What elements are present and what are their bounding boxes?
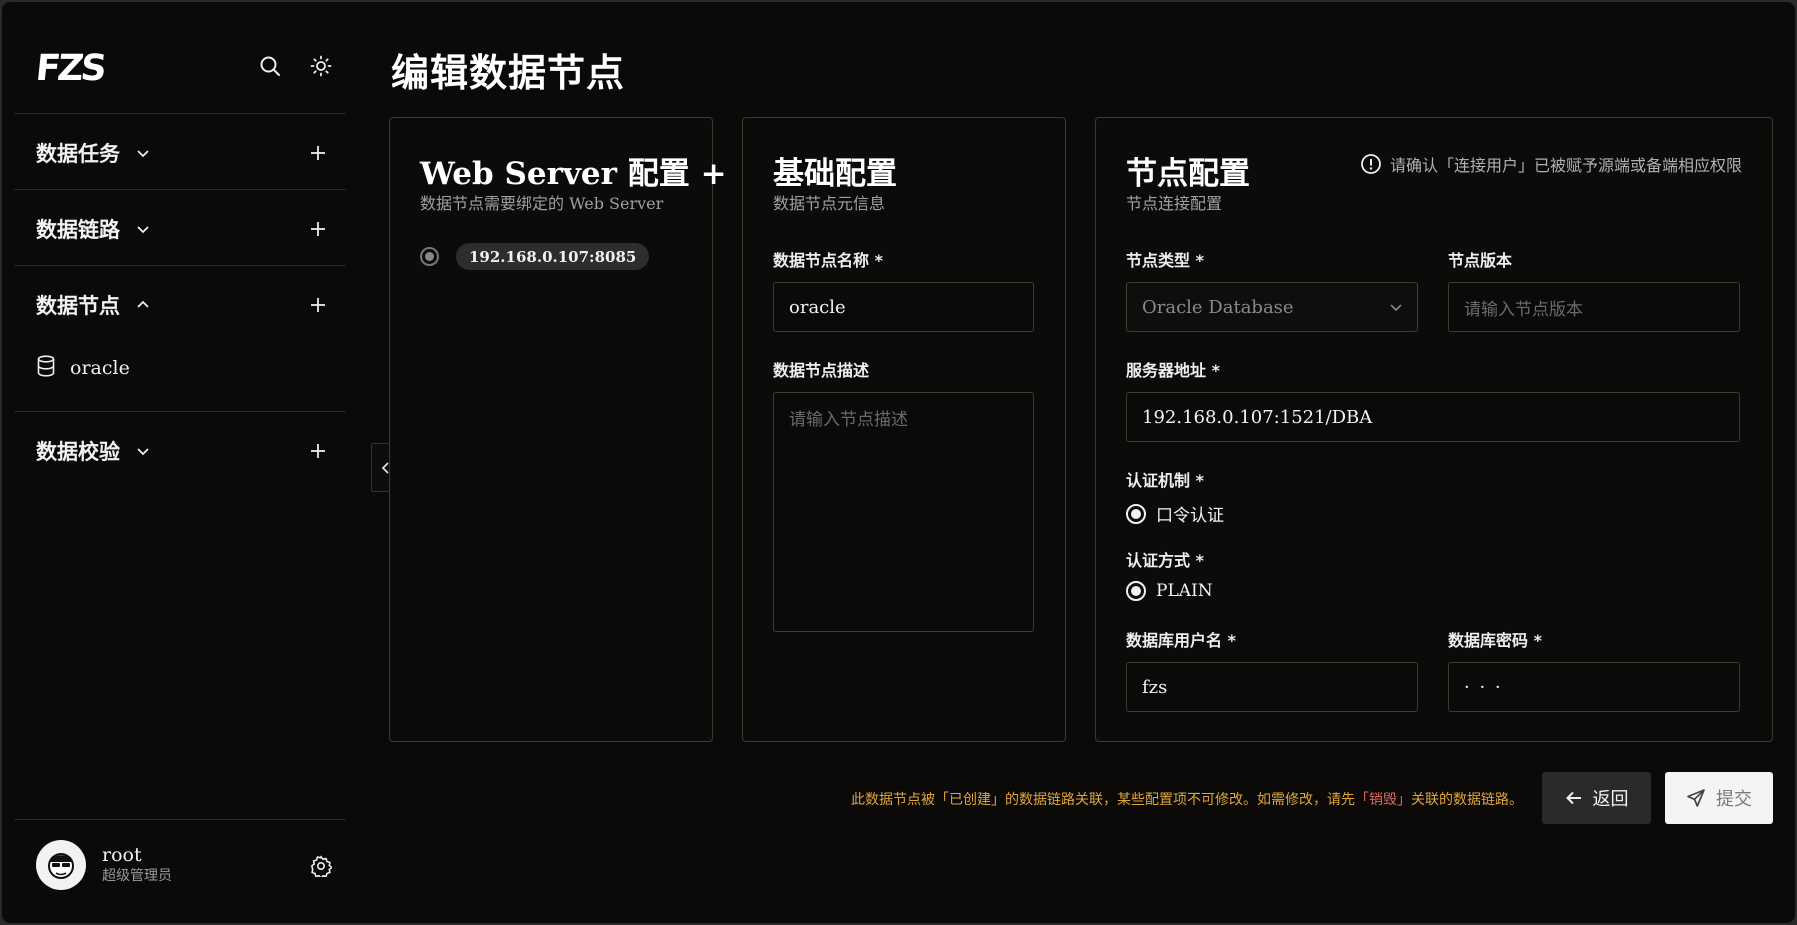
server-address-input[interactable]: 192.168.0.107:1521/DBA: [1126, 392, 1740, 442]
app-logo[interactable]: FZS: [34, 48, 106, 89]
nav-item-verify[interactable]: 数据校验: [14, 431, 346, 471]
card-subtitle: 节点连接配置: [1126, 194, 1223, 213]
node-name-label: 数据节点名称 *: [773, 251, 883, 270]
divider: [14, 189, 346, 190]
warning-destroy-text: 「销毁」: [1355, 792, 1411, 808]
back-button[interactable]: 返回: [1542, 772, 1651, 824]
warning-text: 此数据节点被「已创建」的数据链路关联，某些配置项不可修改。如需修改，请先: [851, 792, 1355, 808]
node-version-label: 节点版本: [1448, 251, 1513, 270]
page-title: 编辑数据节点: [391, 50, 626, 95]
db-username-input[interactable]: fzs: [1126, 662, 1418, 712]
sidebar-item-label: oracle: [70, 357, 130, 379]
chevron-down-icon: [1390, 304, 1402, 312]
auth-method-radio[interactable]: PLAIN: [1126, 581, 1213, 601]
db-username-label: 数据库用户名 *: [1126, 631, 1236, 650]
avatar: [36, 840, 86, 890]
send-icon: [1687, 789, 1705, 807]
nav-label: 数据校验: [36, 439, 120, 464]
nav-label: 数据链路: [36, 217, 120, 242]
chevron-down-icon[interactable]: [135, 443, 151, 459]
chevron-down-icon[interactable]: [135, 221, 151, 237]
webserver-chip[interactable]: 192.168.0.107:8085: [456, 243, 650, 270]
user-profile[interactable]: root 超级管理员: [36, 840, 172, 890]
auth-mechanism-radio[interactable]: 口令认证: [1126, 501, 1224, 526]
add-link-icon[interactable]: [308, 219, 328, 239]
card-subtitle: 数据节点元信息: [773, 194, 886, 213]
gear-icon[interactable]: [310, 855, 333, 880]
node-type-select[interactable]: Oracle Database: [1126, 282, 1418, 332]
node-desc-textarea[interactable]: 请输入节点描述: [773, 392, 1034, 632]
card-subtitle: 数据节点需要绑定的 Web Server: [420, 194, 664, 213]
divider: [14, 411, 346, 412]
node-version-input[interactable]: 请输入节点版本: [1448, 282, 1740, 332]
auth-mechanism-label: 认证机制 *: [1126, 471, 1204, 490]
chevron-up-icon[interactable]: [135, 297, 151, 313]
back-label: 返回: [1592, 789, 1629, 810]
sidebar-item-oracle[interactable]: oracle: [36, 352, 130, 384]
nav-item-nodes[interactable]: 数据节点: [14, 285, 346, 325]
node-name-input[interactable]: oracle: [773, 282, 1034, 332]
node-type-value: Oracle Database: [1142, 296, 1294, 318]
warning-text-end: 关联的数据链路。: [1411, 792, 1523, 808]
sidebar: FZS 数据任务 数据链路 数据节点 oracle 数据校验 root 超级管理…: [14, 2, 346, 923]
add-verify-icon[interactable]: [308, 441, 328, 461]
user-role: 超级管理员: [102, 868, 172, 884]
card-title: 节点配置: [1126, 156, 1250, 192]
linked-warning: 此数据节点被「已创建」的数据链路关联，某些配置项不可修改。如需修改，请先「销毁」…: [851, 789, 1523, 809]
database-icon: [36, 355, 56, 381]
divider: [14, 819, 346, 820]
permission-notice: 请确认「连接用户」已被赋予源端或备端相应权限: [1360, 152, 1742, 176]
radio-selected-icon: [1126, 503, 1146, 524]
db-password-label: 数据库密码 *: [1448, 631, 1542, 650]
notice-text: 请确认「连接用户」已被赋予源端或备端相应权限: [1389, 156, 1742, 175]
radio-label: PLAIN: [1156, 581, 1213, 601]
arrow-left-icon: [1565, 791, 1581, 805]
nav-label: 数据任务: [36, 141, 120, 166]
node-config-card: 节点配置 节点连接配置 请确认「连接用户」已被赋予源端或备端相应权限 节点类型 …: [1095, 117, 1773, 742]
card-title[interactable]: Web Server 配置 +: [420, 148, 727, 193]
webserver-radio[interactable]: [420, 247, 439, 266]
nav-item-links[interactable]: 数据链路: [14, 209, 346, 249]
db-password-input[interactable]: · · ·: [1448, 662, 1740, 712]
nav-label: 数据节点: [36, 293, 120, 318]
auth-method-label: 认证方式 *: [1126, 551, 1204, 570]
sun-icon[interactable]: [309, 54, 333, 78]
server-address-label: 服务器地址 *: [1126, 361, 1220, 380]
chevron-down-icon[interactable]: [135, 145, 151, 161]
webserver-card: Web Server 配置 + 数据节点需要绑定的 Web Server 192…: [389, 117, 727, 742]
card-title: 基础配置: [773, 156, 897, 192]
alert-circle-icon: [1361, 154, 1381, 174]
submit-label: 提交: [1716, 789, 1752, 810]
divider: [14, 265, 346, 266]
basic-config-card: 基础配置 数据节点元信息 数据节点名称 * oracle 数据节点描述 请输入节…: [742, 117, 1066, 742]
radio-label: 口令认证: [1156, 506, 1224, 526]
nav-item-tasks[interactable]: 数据任务: [14, 133, 346, 173]
user-name: root: [102, 844, 142, 866]
node-type-label: 节点类型 *: [1126, 251, 1204, 270]
submit-button[interactable]: 提交: [1665, 772, 1773, 824]
node-desc-label: 数据节点描述: [773, 361, 870, 380]
app-window: FZS 数据任务 数据链路 数据节点 oracle 数据校验 root 超级管理…: [2, 2, 1795, 923]
add-task-icon[interactable]: [308, 143, 328, 163]
search-icon[interactable]: [258, 54, 282, 78]
radio-selected-icon: [1126, 581, 1146, 601]
add-node-icon[interactable]: [308, 295, 328, 315]
divider: [14, 113, 346, 114]
